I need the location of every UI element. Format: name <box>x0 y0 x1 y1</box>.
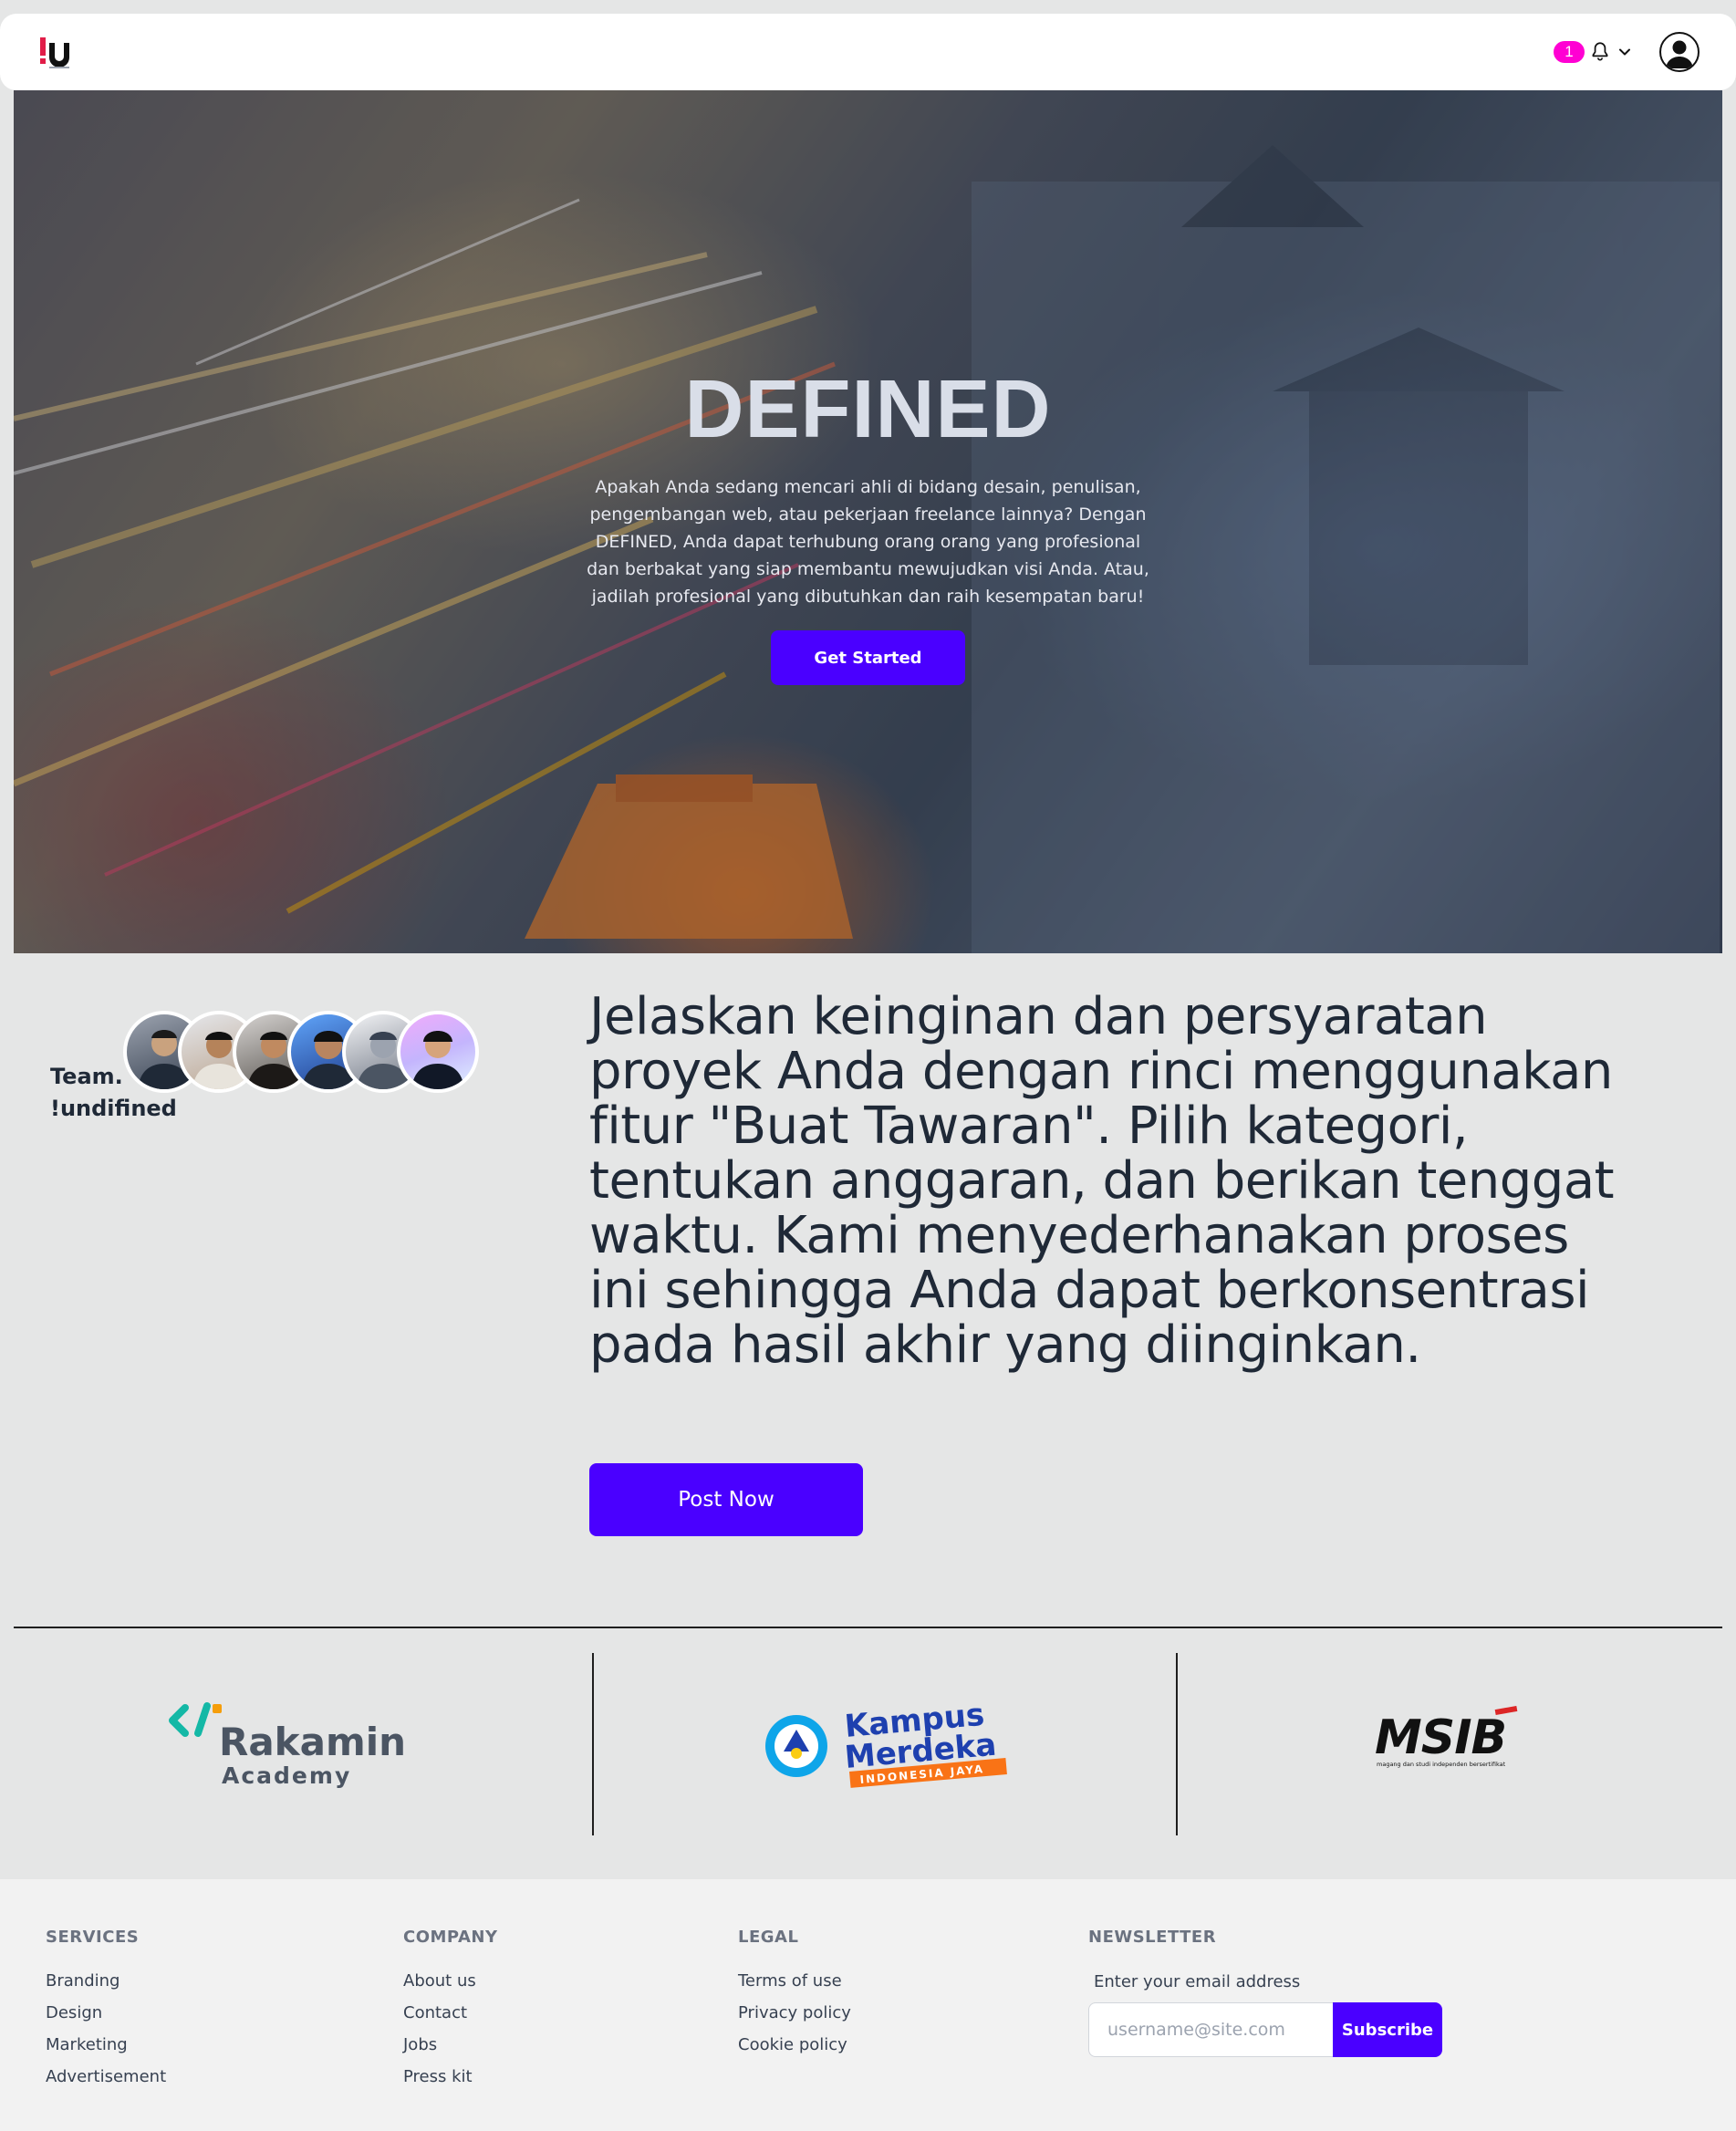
footer-link-design[interactable]: Design <box>46 1997 166 2029</box>
footer-link-privacy-policy[interactable]: Privacy policy <box>738 1997 851 2029</box>
rakamin-logo-line1: Rakamin <box>219 1720 406 1764</box>
newsletter-form: Subscribe <box>1088 2002 1442 2057</box>
newsletter-email-input[interactable] <box>1088 2002 1333 2057</box>
footer-legal: LEGAL Terms of use Privacy policy Cookie… <box>738 1927 851 2061</box>
brand-logo-mark <box>40 37 69 68</box>
footer-services-heading: SERVICES <box>46 1928 140 1947</box>
hero-content: DEFINED Apakah Anda sedang mencari ahli … <box>14 364 1722 685</box>
navbar: 1 <box>0 14 1736 90</box>
footer-link-marketing[interactable]: Marketing <box>46 2029 166 2061</box>
user-icon <box>1666 40 1693 68</box>
footer-link-branding[interactable]: Branding <box>46 1965 166 1997</box>
brand-logo[interactable] <box>38 34 75 70</box>
footer-company: COMPANY About us Contact Jobs Press kit <box>403 1927 498 2093</box>
kampus-merdeka-logo: Kampus Merdeka INDONESIA JAYA <box>762 1697 1017 1793</box>
hero-banner: DEFINED Apakah Anda sedang mencari ahli … <box>14 90 1722 953</box>
footer-link-terms-of-use[interactable]: Terms of use <box>738 1965 851 1997</box>
user-avatar-button[interactable] <box>1659 32 1700 72</box>
footer-link-jobs[interactable]: Jobs <box>403 2029 498 2061</box>
intro-text: Jelaskan keinginan dan persyaratan proye… <box>589 987 1615 1375</box>
footer-newsletter: NEWSLETTER Enter your email address Subs… <box>1088 1927 1442 2057</box>
post-now-button[interactable]: Post Now <box>589 1463 863 1536</box>
rakamin-academy-logo: Rakamin Academy <box>169 1699 424 1793</box>
footer-legal-heading: LEGAL <box>738 1928 799 1947</box>
section-divider <box>14 1627 1722 1628</box>
notification-badge: 1 <box>1554 41 1585 63</box>
msib-logo-name: MSIB <box>1375 1710 1506 1765</box>
footer-company-heading: COMPANY <box>403 1928 498 1947</box>
partner-divider <box>592 1653 594 1835</box>
hero-title: DEFINED <box>684 364 1052 455</box>
footer-link-cookie-policy[interactable]: Cookie policy <box>738 2029 851 2061</box>
team-member-avatar <box>397 1011 479 1093</box>
footer: SERVICES Branding Design Marketing Adver… <box>0 1879 1736 2131</box>
footer-link-advertisement[interactable]: Advertisement <box>46 2061 166 2093</box>
chevron-down-icon <box>1619 48 1630 56</box>
bell-icon <box>1592 42 1608 61</box>
footer-link-about-us[interactable]: About us <box>403 1965 498 1997</box>
navbar-actions: 1 <box>1554 32 1700 72</box>
partner-divider <box>1176 1653 1178 1835</box>
footer-link-press-kit[interactable]: Press kit <box>403 2061 498 2093</box>
footer-newsletter-heading: NEWSLETTER <box>1088 1928 1217 1947</box>
newsletter-email-label: Enter your email address <box>1094 1972 1301 1991</box>
rakamin-logo-line2: Academy <box>222 1762 351 1789</box>
get-started-button[interactable]: Get Started <box>771 630 965 685</box>
subscribe-button[interactable]: Subscribe <box>1333 2002 1442 2057</box>
hero-description: Apakah Anda sedang mencari ahli di bidan… <box>587 477 1149 607</box>
msib-logo: MSIB magang dan studi independen bersert… <box>1373 1705 1555 1773</box>
msib-logo-tagline: magang dan studi independen bersertifika… <box>1377 1761 1506 1768</box>
notifications-dropdown[interactable]: 1 <box>1554 40 1634 64</box>
footer-services: SERVICES Branding Design Marketing Adver… <box>46 1927 166 2093</box>
footer-link-contact[interactable]: Contact <box>403 1997 498 2029</box>
